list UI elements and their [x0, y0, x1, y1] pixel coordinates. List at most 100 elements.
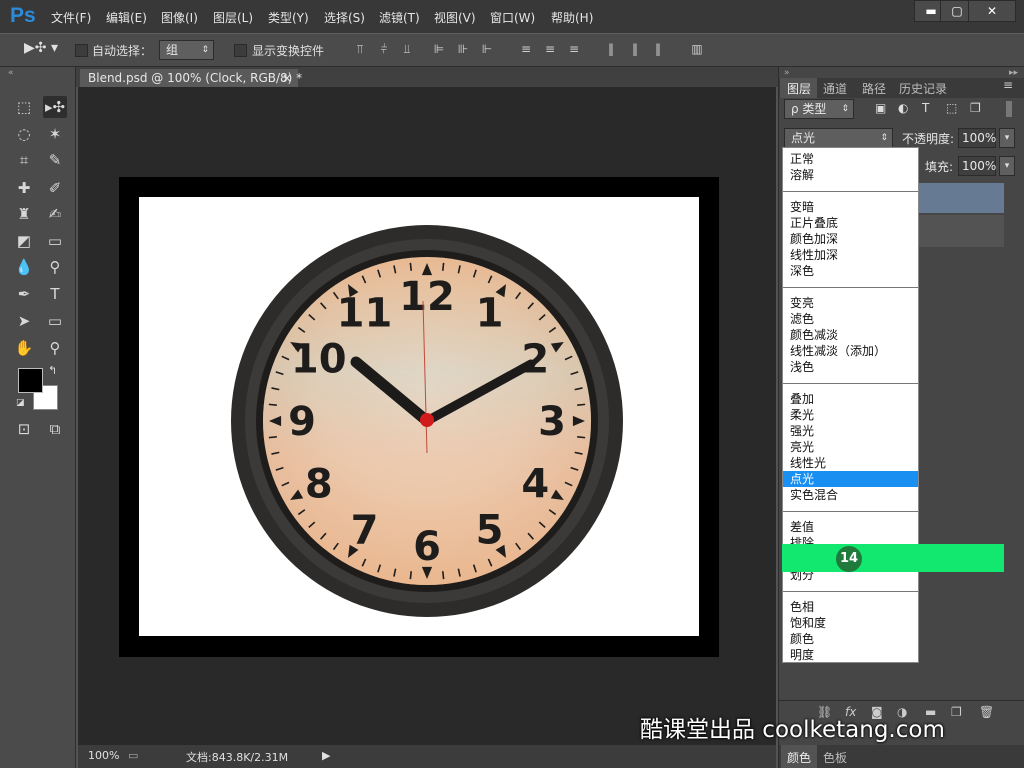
eraser-icon[interactable]: ◩ — [12, 230, 36, 252]
menu-select[interactable]: 选择(S) — [324, 9, 365, 26]
gradient-tool-icon[interactable]: ▭ — [43, 230, 67, 252]
blend-mode-option[interactable]: 线性减淡（添加） — [787, 343, 915, 359]
blend-mode-option[interactable]: 颜色加深 — [787, 231, 915, 247]
status-menu-arrow-icon[interactable]: ▶ — [322, 749, 330, 762]
tab-close-icon[interactable]: × — [282, 69, 292, 87]
align-bottom-icon[interactable]: ⫫ — [399, 41, 415, 57]
fill-slider-arrow-icon[interactable]: ▾ — [999, 156, 1015, 176]
eyedropper-icon[interactable]: ✎ — [43, 149, 67, 171]
align-left-icon[interactable]: ⊫ — [431, 41, 447, 57]
filter-shape-icon[interactable]: ⬚ — [946, 101, 957, 115]
tab-color[interactable]: 颜色 — [787, 749, 811, 766]
menu-file[interactable]: 文件(F) — [51, 9, 91, 26]
auto-select-dropdown[interactable]: 组 ⇕ — [159, 40, 214, 60]
healing-brush-icon[interactable]: ✚ — [12, 177, 36, 199]
menu-filter[interactable]: 滤镜(T) — [379, 9, 420, 26]
rectangle-tool-icon[interactable]: ▭ — [43, 310, 67, 332]
delete-layer-icon[interactable]: 🗑 — [979, 705, 994, 719]
default-colors-icon[interactable]: ◪ — [16, 398, 25, 408]
menu-image[interactable]: 图像(I) — [161, 9, 198, 26]
hand-tool-icon[interactable]: ✋ — [12, 337, 36, 359]
blend-mode-option[interactable]: 差值 — [787, 519, 915, 535]
filter-adjustment-icon[interactable]: ◐ — [898, 101, 908, 115]
blend-mode-option[interactable]: 点光 — [783, 471, 918, 487]
layer-row[interactable] — [918, 215, 1004, 247]
auto-select-checkbox[interactable] — [75, 44, 88, 57]
menu-view[interactable]: 视图(V) — [434, 9, 476, 26]
blend-mode-option[interactable]: 实色混合 — [787, 487, 915, 503]
blend-mode-option[interactable]: 滤色 — [787, 311, 915, 327]
new-layer-icon[interactable]: ❐ — [951, 705, 962, 719]
move-tool-preset-icon[interactable]: ▶✣ ▾ — [24, 40, 58, 56]
swap-colors-icon[interactable]: ↰ — [48, 364, 57, 377]
align-hcenter-icon[interactable]: ⊪ — [455, 41, 471, 57]
opacity-field[interactable]: 100% — [958, 128, 996, 148]
blend-mode-option[interactable]: 明度 — [787, 647, 915, 663]
blend-mode-option[interactable]: 颜色 — [787, 631, 915, 647]
type-tool-icon[interactable]: T — [43, 283, 67, 305]
crop-tool-icon[interactable]: ⌗ — [12, 149, 36, 171]
distribute-hcenter-icon[interactable]: ‖ — [627, 41, 643, 57]
screen-mode-icon[interactable]: ⧉ — [43, 418, 67, 440]
blend-mode-option[interactable]: 饱和度 — [787, 615, 915, 631]
align-right-icon[interactable]: ⊩ — [479, 41, 495, 57]
move-tool-icon[interactable]: ▸✣ — [43, 96, 67, 118]
align-top-icon[interactable]: ⫪ — [352, 41, 368, 57]
menu-layer[interactable]: 图层(L) — [213, 9, 253, 26]
fill-field[interactable]: 100% — [958, 156, 996, 176]
collapse-icon[interactable]: » — [784, 68, 790, 78]
menu-window[interactable]: 窗口(W) — [490, 9, 535, 26]
blend-mode-option[interactable]: 线性光 — [787, 455, 915, 471]
opacity-slider-arrow-icon[interactable]: ▾ — [999, 128, 1015, 148]
quick-mask-icon[interactable]: ⊡ — [12, 418, 36, 440]
document-tab[interactable]: Blend.psd @ 100% (Clock, RGB/8) * × — [80, 69, 302, 87]
filter-toggle[interactable] — [1006, 101, 1012, 117]
show-transform-checkbox[interactable] — [234, 44, 247, 57]
blend-mode-option[interactable]: 颜色减淡 — [787, 327, 915, 343]
path-select-icon[interactable]: ➤ — [12, 310, 36, 332]
tab-paths[interactable]: 路径 — [862, 80, 886, 97]
foreground-color-swatch[interactable] — [18, 368, 43, 393]
menu-edit[interactable]: 编辑(E) — [106, 9, 147, 26]
tab-layers[interactable]: 图层 — [787, 80, 811, 97]
blend-mode-option[interactable]: 亮光 — [787, 439, 915, 455]
collapse-icon[interactable]: « — [8, 68, 14, 78]
history-brush-icon[interactable]: ✍ — [43, 203, 67, 225]
blend-mode-option[interactable]: 正片叠底 — [787, 215, 915, 231]
blend-mode-option[interactable]: 柔光 — [787, 407, 915, 423]
blend-mode-dropdown[interactable]: 点光 ⇕ — [784, 128, 893, 148]
magic-wand-icon[interactable]: ✶ — [43, 123, 67, 145]
zoom-tool-icon[interactable]: ⚲ — [43, 337, 67, 359]
lasso-tool-icon[interactable]: ◌ — [12, 123, 36, 145]
blur-tool-icon[interactable]: 💧 — [12, 256, 36, 278]
align-vcenter-icon[interactable]: ⫩ — [376, 41, 392, 57]
zoom-level[interactable]: 100% — [88, 749, 119, 762]
close-window-button[interactable]: ✕ — [968, 0, 1016, 22]
tab-channels[interactable]: 通道 — [823, 80, 847, 97]
blend-mode-option[interactable]: 正常 — [787, 151, 915, 167]
filter-smart-object-icon[interactable]: ❐ — [970, 101, 981, 115]
brush-tool-icon[interactable]: ✐ — [43, 177, 67, 199]
menu-type[interactable]: 类型(Y) — [268, 9, 309, 26]
clone-stamp-icon[interactable]: ♜ — [12, 203, 36, 225]
menu-help[interactable]: 帮助(H) — [551, 9, 593, 26]
filter-type-icon[interactable]: T — [922, 101, 929, 115]
tab-swatches[interactable]: 色板 — [823, 749, 847, 766]
distribute-top-icon[interactable]: ≡ — [518, 41, 534, 57]
filter-pixel-icon[interactable]: ▣ — [875, 101, 886, 115]
panel-collapse-icon[interactable]: ▸▸ — [1009, 68, 1018, 78]
layer-row-selected[interactable] — [918, 183, 1004, 213]
blend-mode-option[interactable]: 深色 — [787, 263, 915, 279]
blend-mode-option[interactable]: 变暗 — [787, 199, 915, 215]
blend-mode-option[interactable]: 溶解 — [787, 167, 915, 183]
distribute-vcenter-icon[interactable]: ≡ — [542, 41, 558, 57]
pen-tool-icon[interactable]: ✒ — [12, 283, 36, 305]
blend-mode-option[interactable]: 叠加 — [787, 391, 915, 407]
share-icon[interactable]: ▭ — [128, 749, 138, 762]
blend-mode-option[interactable]: 色相 — [787, 599, 915, 615]
blend-mode-option[interactable]: 浅色 — [787, 359, 915, 375]
blend-mode-option[interactable]: 线性加深 — [787, 247, 915, 263]
auto-align-icon[interactable]: ▥ — [689, 41, 705, 57]
distribute-bottom-icon[interactable]: ≡ — [566, 41, 582, 57]
layer-kind-filter[interactable]: ρ 类型 ⇕ — [784, 99, 854, 119]
